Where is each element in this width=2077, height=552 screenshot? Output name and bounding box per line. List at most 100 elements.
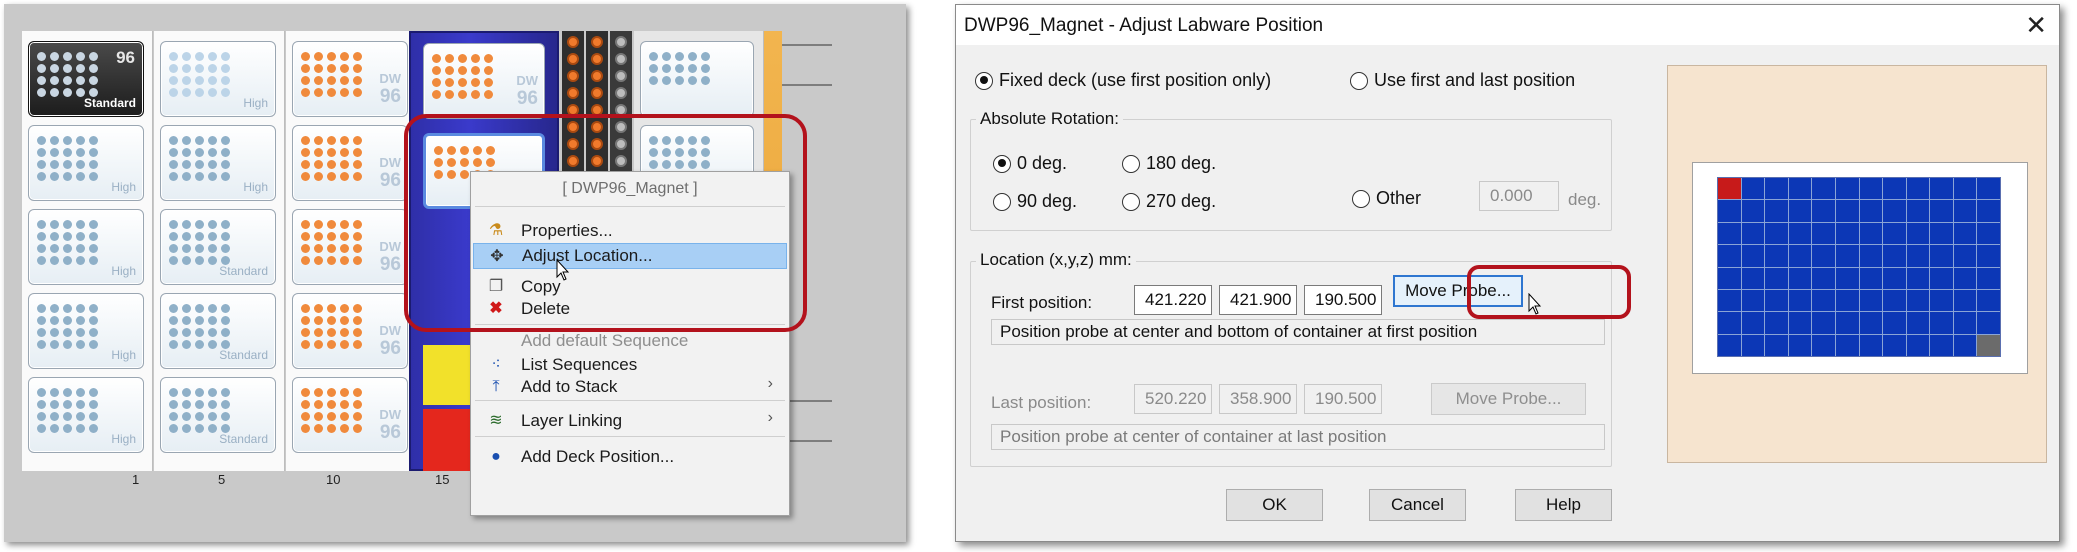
last-position-y-input[interactable]: 358.900 <box>1219 384 1297 414</box>
preview-well <box>1765 334 1788 356</box>
preview-well <box>1906 334 1930 356</box>
close-icon[interactable]: ✕ <box>2025 10 2047 41</box>
preview-well <box>1812 200 1835 222</box>
preview-well <box>1812 334 1835 356</box>
plate-dw96[interactable]: DW 96 <box>292 377 408 453</box>
preview-well <box>1859 245 1883 267</box>
preview-well <box>1835 267 1859 289</box>
radio-dot-icon <box>1352 189 1370 208</box>
preview-well <box>1953 200 1977 222</box>
preview-well <box>1977 289 2000 312</box>
preview-well <box>1953 267 1977 289</box>
menu-item-add-deck-position[interactable]: ● Add Deck Position... <box>473 444 787 470</box>
help-button[interactable]: Help <box>1515 489 1612 521</box>
plate-standard[interactable]: Standard <box>160 209 276 285</box>
stack-icon: ⤒ <box>492 378 500 395</box>
preview-well <box>1953 222 1977 245</box>
deck-line <box>782 84 832 86</box>
deck-line <box>782 44 832 46</box>
last-position-x-input[interactable]: 520.220 <box>1134 384 1212 414</box>
preview-well <box>1977 222 2000 245</box>
preview-well <box>1765 200 1788 222</box>
plate-high[interactable]: High <box>28 125 144 201</box>
plate-dw-label: DW 96 <box>516 73 538 109</box>
plate-standard-96[interactable]: 96 Standard <box>28 41 144 117</box>
preview-well <box>1883 178 1906 200</box>
plate-high[interactable]: High <box>28 209 144 285</box>
deck-carrier-5[interactable]: High High Standard Standard Standard <box>154 31 285 471</box>
deck-position-number: 5 <box>218 472 226 487</box>
preview-well <box>1859 200 1883 222</box>
plate-high[interactable]: High <box>160 41 276 117</box>
radio-rotation-0[interactable]: 0 deg. <box>993 153 1067 174</box>
plate-dw96[interactable]: DW 96 <box>292 293 408 369</box>
rotation-unit-label: deg. <box>1568 190 1602 209</box>
menu-item-layer-linking[interactable]: ≋ Layer Linking › <box>473 408 787 434</box>
plate-dw-label: DW 96 <box>379 323 401 359</box>
plate-dw96[interactable]: DW 96 <box>292 125 408 201</box>
radio-dot-icon <box>993 192 1011 211</box>
preview-well <box>1835 289 1859 312</box>
plate-standard[interactable]: Standard <box>160 377 276 453</box>
radio-rotation-180[interactable]: 180 deg. <box>1122 153 1216 174</box>
preview-well <box>1788 222 1812 245</box>
last-position-label: Last position: <box>991 393 1092 412</box>
preview-well <box>1930 267 1953 289</box>
radio-rotation-other[interactable]: Other <box>1352 188 1421 209</box>
plate-dw-label: DW 96 <box>379 155 401 191</box>
preview-well <box>1953 178 1977 200</box>
first-position-y-input[interactable]: 421.900 <box>1219 285 1297 315</box>
last-position-z-input[interactable]: 190.500 <box>1304 384 1382 414</box>
preview-well <box>1788 200 1812 222</box>
rotation-group-label: Absolute Rotation: <box>976 109 1123 129</box>
preview-well <box>1953 312 1977 334</box>
deck-carrier-10[interactable]: DW 96 DW 96 DW 96 DW 96 DW 96 <box>286 31 411 471</box>
preview-well <box>1859 178 1883 200</box>
rotation-other-input[interactable]: 0.000 <box>1479 181 1559 211</box>
preview-well <box>1718 222 1741 245</box>
preview-well <box>1812 222 1835 245</box>
preview-well <box>1883 222 1906 245</box>
preview-first-well <box>1718 178 1741 200</box>
first-position-x-input[interactable]: 421.220 <box>1134 285 1212 315</box>
move-probe-last-button[interactable]: Move Probe... <box>1431 383 1586 415</box>
plate-label: High <box>111 180 136 194</box>
plate-dwp96-magnet[interactable]: DW 96 <box>423 43 545 119</box>
radio-fixed-deck[interactable]: Fixed deck (use first position only) <box>975 70 1271 91</box>
preview-well <box>1812 245 1835 267</box>
preview-well <box>1788 245 1812 267</box>
first-position-z-input[interactable]: 190.500 <box>1304 285 1382 315</box>
preview-well <box>1883 334 1906 356</box>
preview-well <box>1765 267 1788 289</box>
plate-label: Standard <box>219 432 268 446</box>
radio-rotation-270[interactable]: 270 deg. <box>1122 191 1216 212</box>
plate-standard[interactable]: Standard <box>160 293 276 369</box>
preview-well <box>1812 312 1835 334</box>
plate-high[interactable] <box>640 41 754 117</box>
preview-well <box>1930 312 1953 334</box>
radio-first-last[interactable]: Use first and last position <box>1350 70 1575 91</box>
cancel-button[interactable]: Cancel <box>1369 489 1466 521</box>
plate-label: High <box>243 96 268 110</box>
preview-well <box>1741 200 1765 222</box>
radio-rotation-90[interactable]: 90 deg. <box>993 191 1077 212</box>
preview-well <box>1953 334 1977 356</box>
deck-position-number: 1 <box>132 472 140 487</box>
deck-carrier-1[interactable]: 96 Standard High High High High <box>22 31 153 471</box>
preview-well <box>1977 267 2000 289</box>
labware-preview <box>1667 65 2047 463</box>
plate-high[interactable]: High <box>28 377 144 453</box>
annotation-highlight-ring <box>1467 265 1631 319</box>
ok-button[interactable]: OK <box>1226 489 1323 521</box>
plate-dw96[interactable]: DW 96 <box>292 41 408 117</box>
plate-dw96[interactable]: DW 96 <box>292 209 408 285</box>
preview-well <box>1859 312 1883 334</box>
preview-well <box>1765 312 1788 334</box>
plate-high[interactable]: High <box>160 125 276 201</box>
mouse-cursor-icon <box>556 259 570 281</box>
plate-high[interactable]: High <box>28 293 144 369</box>
preview-well <box>1906 312 1930 334</box>
preview-well <box>1930 245 1953 267</box>
preview-well <box>1788 289 1812 312</box>
menu-item-add-to-stack[interactable]: ⤒ Add to Stack › <box>473 374 787 400</box>
